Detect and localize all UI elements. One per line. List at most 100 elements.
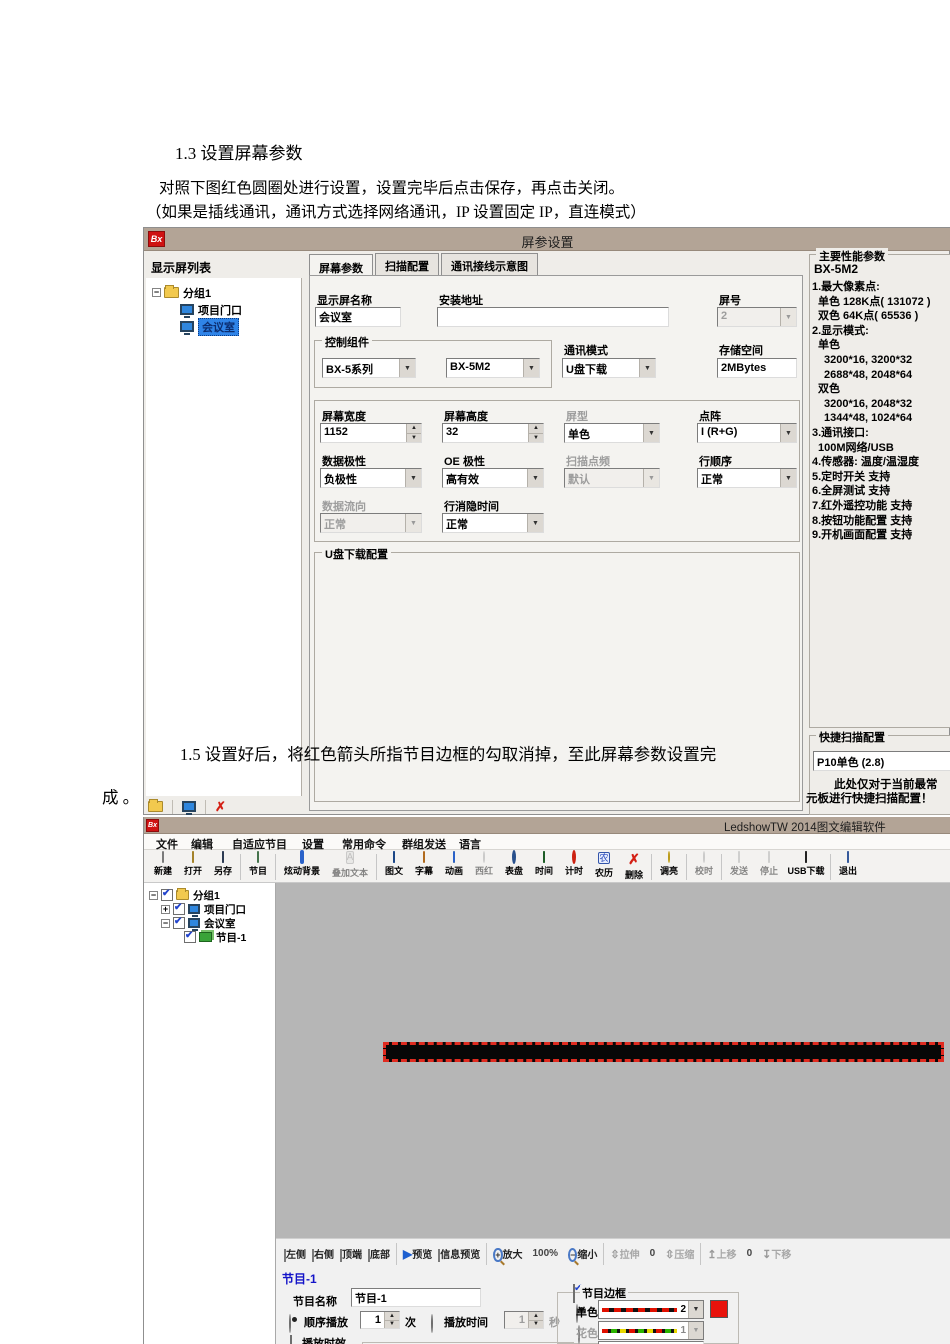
play-icon: ▶ xyxy=(403,1247,413,1261)
zoom-in-button[interactable]: + 放大 xyxy=(493,1246,523,1262)
matrix-select[interactable]: I (R+G) xyxy=(697,423,797,443)
toolbar-save-as[interactable]: 另存 xyxy=(208,851,238,877)
section-heading: 1.3 设置屏幕参数 xyxy=(175,144,303,163)
data-flow-select[interactable]: 正常 xyxy=(320,513,422,533)
spin-down-icon: ▼ xyxy=(385,1319,399,1328)
animation-icon xyxy=(453,851,455,863)
program-name-input[interactable] xyxy=(351,1288,481,1307)
model-select[interactable]: BX-5M2 xyxy=(446,358,540,378)
screen-list-tree[interactable]: − 分组1 项目门口 会议室 xyxy=(146,278,302,796)
height-label: 屏幕高度 xyxy=(444,411,488,423)
border-color-swatch[interactable] xyxy=(710,1300,728,1318)
toolbar-xihong: 西红 xyxy=(469,851,499,877)
play-time-spinner[interactable]: 1 ▲ ▼ xyxy=(504,1311,544,1329)
stretch-value: 0 xyxy=(649,1248,656,1259)
tree-node-label[interactable]: 节目-1 xyxy=(216,930,246,945)
tree-node-group[interactable]: − 分组1 xyxy=(146,284,301,301)
collapse-icon[interactable]: − xyxy=(149,890,158,900)
data-polarity-select[interactable]: 负极性 xyxy=(320,468,422,488)
delete-screen-icon[interactable]: ✗ xyxy=(215,799,226,815)
add-group-icon[interactable] xyxy=(148,799,163,812)
toolbar-program[interactable]: 节目 xyxy=(243,851,273,877)
chevron-down-icon xyxy=(780,469,796,487)
quick-scan-select[interactable]: P10单色 (2.8) xyxy=(813,751,950,771)
align-bottom-button[interactable]: 底部 xyxy=(368,1246,390,1262)
toolbar-timer[interactable]: 计时 xyxy=(559,850,589,877)
move-up-value: 0 xyxy=(746,1248,753,1259)
toolbar-dazzle-background[interactable]: 炫动背景 xyxy=(278,850,326,877)
screen-no-select[interactable]: 2 xyxy=(717,307,797,327)
toolbar-subtitle[interactable]: 字幕 xyxy=(409,851,439,877)
row-order-select[interactable]: 正常 xyxy=(697,468,797,488)
toolbar-animation[interactable]: 动画 xyxy=(439,851,469,877)
tree-node-label[interactable]: 会议室 xyxy=(204,916,236,931)
toolbar-time[interactable]: 时间 xyxy=(529,851,559,877)
storage-input[interactable] xyxy=(717,358,797,378)
tree-node-screen[interactable]: + 项目门口 xyxy=(144,902,275,917)
tree-node-group[interactable]: − 分组1 xyxy=(144,888,275,902)
align-left-button[interactable]: 左侧 xyxy=(284,1246,306,1262)
custom-border-input[interactable] xyxy=(598,1340,704,1344)
address-input[interactable] xyxy=(437,307,669,327)
blanking-select[interactable]: 正常 xyxy=(442,513,544,533)
toolbar-exit[interactable]: 退出 xyxy=(833,851,863,877)
align-top-button[interactable]: 顶端 xyxy=(340,1246,362,1262)
spec-line: 6.全屏测试 支持 xyxy=(812,485,891,498)
tree-node-label[interactable]: 会议室 xyxy=(198,317,239,336)
spin-up-icon: ▲ xyxy=(385,1312,399,1320)
zoom-in-icon: + xyxy=(493,1248,503,1262)
screen-name-input[interactable] xyxy=(315,307,401,327)
toolbar-graphic-text[interactable]: 图文 xyxy=(379,851,409,877)
checkbox-checked[interactable] xyxy=(173,916,185,929)
tree-node-screen-selected[interactable]: 会议室 xyxy=(146,317,301,336)
chevron-down-icon xyxy=(405,469,421,487)
program-border-checkbox[interactable] xyxy=(573,1284,575,1303)
zoom-out-button[interactable]: − 缩小 xyxy=(568,1246,597,1262)
model-name: BX-5M2 xyxy=(814,262,859,276)
tree-node-program[interactable]: 节目-1 xyxy=(144,930,275,944)
play-count-spinner[interactable]: 1 ▲ ▼ xyxy=(360,1311,400,1329)
oe-polarity-select[interactable]: 高有效 xyxy=(442,468,544,488)
led-screen-strip[interactable] xyxy=(383,1042,944,1062)
tree-node-screen[interactable]: − 会议室 xyxy=(144,916,275,931)
sequence-play-radio[interactable] xyxy=(289,1314,291,1333)
checkbox-checked[interactable] xyxy=(173,902,185,915)
toolbar-dial[interactable]: 表盘 xyxy=(499,850,529,877)
tree-node-label[interactable]: 项目门口 xyxy=(204,902,246,917)
toolbar-open[interactable]: 打开 xyxy=(178,851,208,877)
align-right-button[interactable]: 右侧 xyxy=(312,1246,334,1262)
toolbar-brightness[interactable]: 调亮 xyxy=(654,851,684,877)
scan-freq-select[interactable]: 默认 xyxy=(564,468,660,488)
graphic-text-icon xyxy=(393,851,395,863)
toolbar-delete[interactable]: ✗ 删除 xyxy=(619,852,649,881)
checkbox-checked[interactable] xyxy=(184,930,196,943)
tree-node-label[interactable]: 分组1 xyxy=(183,285,211,301)
tree-node-label[interactable]: 分组1 xyxy=(193,888,220,903)
program-tree[interactable]: − 分组1 + 项目门口 − 会议室 节目-1 xyxy=(144,883,276,1344)
preview-button[interactable]: ▶预览 xyxy=(403,1246,432,1262)
expand-icon[interactable]: + xyxy=(161,904,170,914)
spec-line: 单色 128K点( 131072 ) xyxy=(818,295,931,308)
width-spinner[interactable]: 1152 ▲ ▼ xyxy=(320,423,422,443)
collapse-icon[interactable]: − xyxy=(152,288,161,297)
program-header: 节目-1 xyxy=(282,1272,317,1286)
toolbar-usb-download[interactable]: USB下载 xyxy=(784,851,828,877)
multi-border-style-select[interactable]: 1 xyxy=(598,1321,704,1340)
main-titlebar[interactable]: Bx LedshowTW 2014图文编辑软件 xyxy=(144,817,950,834)
play-time-radio[interactable] xyxy=(431,1314,433,1333)
checkbox-checked[interactable] xyxy=(161,888,173,901)
toolbar-new[interactable]: 新建 xyxy=(148,851,178,877)
comm-mode-select[interactable]: U盘下载 xyxy=(562,358,656,378)
mono-border-style-select[interactable]: 2 xyxy=(598,1300,704,1319)
document-page: 1.3 设置屏幕参数 对照下图红色圆圈处进行设置，设置完毕后点击保存，再点击关闭… xyxy=(0,0,950,1344)
screen-type-select[interactable]: 单色 xyxy=(564,423,660,443)
tree-node-screen[interactable]: 项目门口 xyxy=(146,301,301,318)
info-preview-button[interactable]: 信息预览 xyxy=(438,1246,480,1262)
play-validity-checkbox[interactable] xyxy=(290,1335,292,1344)
collapse-icon[interactable]: − xyxy=(161,918,170,928)
toolbar-lunar[interactable]: 农农历 xyxy=(589,852,619,879)
add-screen-icon[interactable] xyxy=(182,801,196,815)
height-spinner[interactable]: 32 ▲ ▼ xyxy=(442,423,544,443)
series-select[interactable]: BX-5系列 xyxy=(322,358,416,378)
tree-node-label[interactable]: 项目门口 xyxy=(198,302,242,318)
